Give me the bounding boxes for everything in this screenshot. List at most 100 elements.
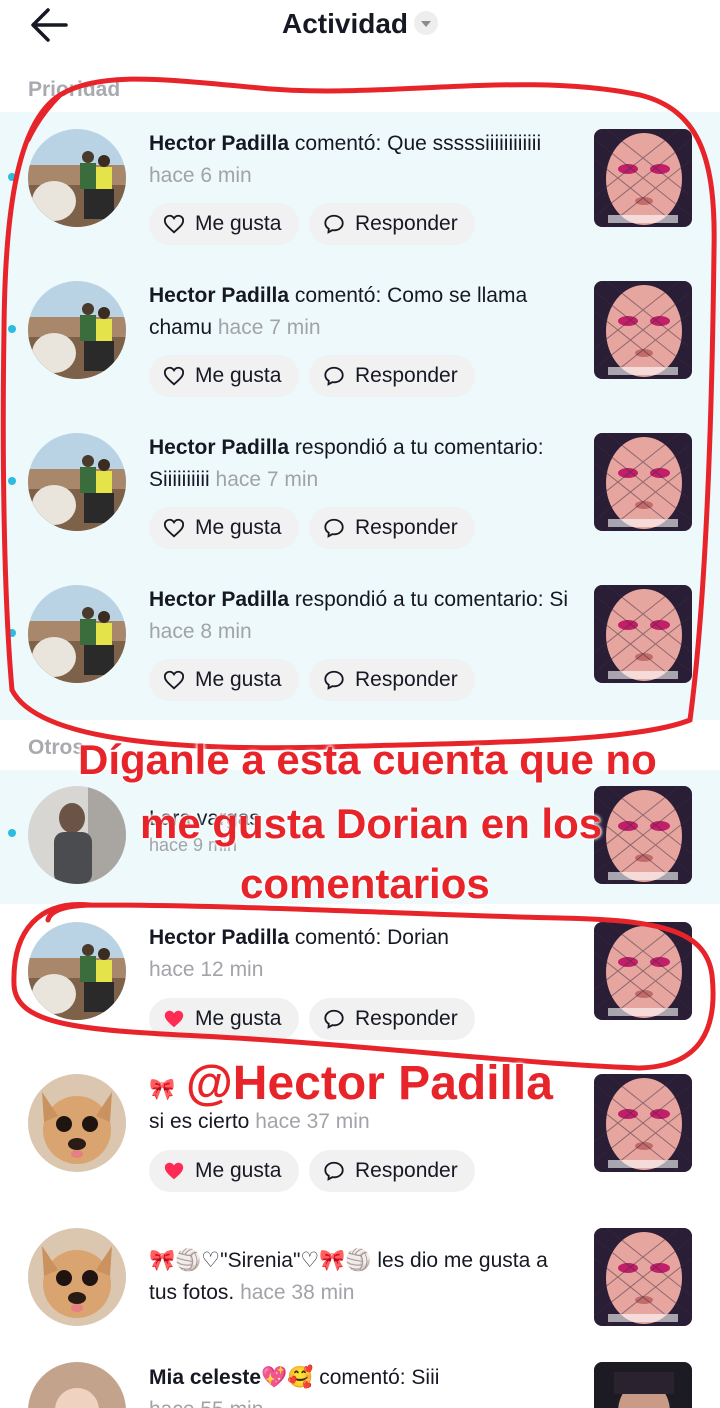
reply-button[interactable]: Responder — [309, 998, 475, 1040]
notification-text: Hector Padilla comentó: Como se llama ch… — [149, 280, 581, 344]
post-thumbnail[interactable] — [594, 786, 692, 884]
header: Actividad — [0, 0, 720, 56]
notification-text: Hector Padilla comentó: Que sssssiiiiiii… — [149, 128, 581, 192]
post-thumbnail[interactable] — [594, 433, 692, 531]
post-thumbnail[interactable] — [594, 1228, 692, 1326]
comment-icon — [323, 669, 345, 691]
reply-button[interactable]: Responder — [309, 1150, 475, 1192]
avatar[interactable] — [28, 786, 126, 884]
unread-dot — [8, 173, 16, 181]
comment-icon — [323, 517, 345, 539]
heart-filled-icon — [163, 1160, 185, 1182]
comment-icon — [323, 365, 345, 387]
comment-icon — [323, 1160, 345, 1182]
heart-outline-icon — [163, 365, 185, 387]
chevron-down-icon — [414, 10, 439, 35]
notification-text: Mia celeste💖🥰 comentó: Siii hace 55 min — [149, 1362, 581, 1408]
overlay-mention: @Hector Padilla — [186, 1057, 553, 1110]
notification-text: 🎀🏐♡"Sirenia"♡🎀🏐 les dio me gusta a tus f… — [149, 1245, 581, 1309]
notification-action: comentó: Que sssssiiiiiiiiiiii — [289, 132, 542, 155]
avatar[interactable] — [28, 1074, 126, 1172]
heart-filled-icon — [163, 1008, 185, 1030]
overlay-caption-line-1: Díganle a esta cuenta que no — [78, 736, 657, 783]
reply-label: Responder — [355, 1007, 458, 1030]
like-button[interactable]: Me gusta — [149, 659, 299, 701]
heart-outline-icon — [163, 669, 185, 691]
like-label: Me gusta — [195, 516, 282, 539]
avatar[interactable] — [28, 1228, 126, 1326]
username[interactable]: Hector Padilla — [149, 284, 289, 307]
notification-item[interactable]: 🎀🏐♡"Sirenia"♡🎀🏐 les dio me gusta a tus f… — [0, 1210, 720, 1340]
comment-icon — [323, 213, 345, 235]
like-button[interactable]: Me gusta — [149, 998, 299, 1040]
reply-label: Responder — [355, 516, 458, 539]
like-button[interactable]: Me gusta — [149, 1150, 299, 1192]
avatar[interactable] — [28, 433, 126, 531]
avatar[interactable] — [28, 585, 126, 683]
post-thumbnail[interactable] — [594, 281, 692, 379]
avatar[interactable] — [28, 922, 126, 1020]
post-thumbnail[interactable] — [594, 129, 692, 227]
reply-button[interactable]: Responder — [309, 203, 475, 245]
section-label-priority: Prioridad — [28, 78, 121, 101]
unread-dot — [8, 325, 16, 333]
notification-item[interactable]: Hector Padilla respondió a tu comentario… — [0, 568, 720, 720]
reply-button[interactable]: Responder — [309, 507, 475, 549]
username[interactable]: Hector Padilla — [149, 588, 289, 611]
section-label-others: Otros — [28, 736, 85, 759]
notification-text: Hector Padilla respondió a tu comentario… — [149, 432, 581, 496]
notification-item[interactable]: Mia celeste💖🥰 comentó: Siii hace 55 min — [0, 1350, 720, 1408]
timestamp: hace 7 min — [215, 468, 319, 491]
like-label: Me gusta — [195, 668, 282, 691]
unread-dot — [8, 629, 16, 637]
unread-dot — [8, 829, 16, 837]
username[interactable]: Hector Padilla — [149, 132, 289, 155]
timestamp: hace 55 min — [149, 1398, 263, 1408]
notification-text: Hector Padilla comentó: Dorian hace 12 mi… — [149, 922, 581, 986]
post-thumbnail[interactable] — [594, 1074, 692, 1172]
page-title: Actividad — [281, 8, 409, 39]
username[interactable]: Hector Padilla — [149, 436, 289, 459]
notification-text: Hector Padilla respondió a tu comentario… — [149, 584, 581, 648]
comment-icon — [323, 1008, 345, 1030]
avatar[interactable] — [28, 1362, 126, 1408]
notification-item[interactable]: Hector Padilla comentó: Que sssssiiiiiii… — [0, 112, 720, 264]
like-button[interactable]: Me gusta — [149, 507, 299, 549]
post-thumbnail[interactable] — [594, 585, 692, 683]
avatar[interactable] — [28, 281, 126, 379]
post-thumbnail[interactable] — [594, 922, 692, 1020]
username[interactable]: 🎀 — [149, 1078, 175, 1101]
notification-action: comentó: Siii — [313, 1366, 440, 1389]
timestamp: hace 6 min — [149, 164, 252, 187]
reply-button[interactable]: Responder — [309, 355, 475, 397]
notification-action: respondió a tu comentario: Si — [289, 588, 569, 611]
like-label: Me gusta — [195, 1159, 282, 1182]
username[interactable]: Hector Padilla — [149, 926, 289, 949]
avatar[interactable] — [28, 129, 126, 227]
timestamp: hace 12 min — [149, 958, 264, 981]
notification-item[interactable]: Hector Padilla comentó: Dorian hace 12 mi… — [0, 904, 720, 1056]
reply-label: Responder — [355, 212, 458, 235]
post-thumbnail[interactable] — [594, 1362, 692, 1408]
reply-label: Responder — [355, 1159, 458, 1182]
reply-label: Responder — [355, 364, 458, 387]
like-label: Me gusta — [195, 212, 282, 235]
timestamp: hace 7 min — [217, 316, 321, 339]
reply-button[interactable]: Responder — [309, 659, 475, 701]
notification-action: comentó: Dorian — [289, 926, 449, 949]
page-title-dropdown[interactable]: Actividad — [0, 8, 720, 40]
like-button[interactable]: Me gusta — [149, 355, 299, 397]
timestamp: hace 38 min — [240, 1281, 355, 1304]
notification-item[interactable]: Hector Padilla respondió a tu comentario… — [0, 416, 720, 568]
like-button[interactable]: Me gusta — [149, 203, 299, 245]
like-label: Me gusta — [195, 1007, 282, 1030]
like-label: Me gusta — [195, 364, 282, 387]
notification-item[interactable]: Hector Padilla comentó: Como se llama ch… — [0, 264, 720, 416]
username[interactable]: Mia celeste💖🥰 — [149, 1366, 313, 1389]
heart-outline-icon — [163, 213, 185, 235]
timestamp: hace 8 min — [149, 620, 252, 643]
heart-outline-icon — [163, 517, 185, 539]
overlay-caption-line-2: me gusta Dorian en los — [140, 800, 603, 847]
timestamp: hace 37 min — [255, 1110, 370, 1133]
unread-dot — [8, 477, 16, 485]
